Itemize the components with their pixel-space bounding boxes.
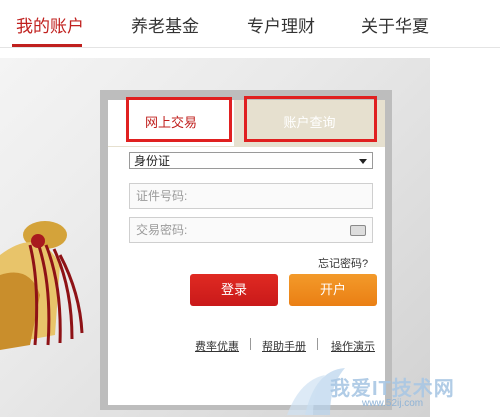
nav-special-account[interactable]: 专户理财 <box>247 12 315 37</box>
open-account-button[interactable]: 开户 <box>289 274 377 306</box>
link-separator <box>250 338 251 350</box>
id-number-placeholder: 证件号码: <box>136 189 188 203</box>
password-field[interactable]: 交易密码: <box>129 217 373 243</box>
demo-link[interactable]: 操作演示 <box>331 338 375 354</box>
nav-divider <box>0 47 500 48</box>
nav-my-account[interactable]: 我的账户 <box>16 12 84 37</box>
forgot-password-link[interactable]: 忘记密码? <box>318 255 368 271</box>
login-button[interactable]: 登录 <box>190 274 278 306</box>
fee-discount-link[interactable]: 费率优惠 <box>195 338 239 354</box>
id-number-field[interactable]: 证件号码: <box>129 183 373 209</box>
keyboard-icon[interactable] <box>350 225 366 236</box>
watermark-url: www.52ij.com <box>362 398 424 409</box>
nav-about[interactable]: 关于华夏 <box>361 12 429 37</box>
highlight-box-trade <box>126 97 232 142</box>
link-separator <box>317 338 318 350</box>
id-type-select[interactable]: 身份证 <box>129 152 373 169</box>
top-nav: 我的账户 养老基金 专户理财 关于华夏 <box>0 0 500 48</box>
password-placeholder: 交易密码: <box>136 223 188 237</box>
nav-pension-fund[interactable]: 养老基金 <box>131 12 199 37</box>
id-type-value: 身份证 <box>134 154 171 168</box>
chevron-down-icon <box>359 159 367 164</box>
watermark-text: 我爱IT技术网 <box>330 378 455 400</box>
highlight-box-query <box>244 96 377 142</box>
gold-tassel-decoration <box>0 221 84 350</box>
help-manual-link[interactable]: 帮助手册 <box>262 338 306 354</box>
tab-divider <box>108 146 385 147</box>
